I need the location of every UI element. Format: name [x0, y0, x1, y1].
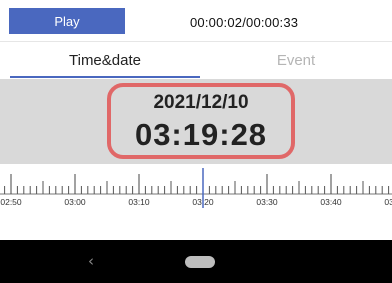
- play-button-label: Play: [54, 13, 80, 29]
- current-time: 03:19:28: [134, 117, 268, 152]
- chevron-left-icon[interactable]: ‹: [88, 252, 94, 270]
- active-tab-indicator: [10, 76, 200, 78]
- timeline-tick-label: 03:10: [128, 197, 150, 207]
- home-pill-icon[interactable]: [185, 256, 215, 268]
- system-nav-bar: ‹: [0, 240, 392, 283]
- tab-time-date[interactable]: Time&date: [10, 42, 200, 79]
- playback-time: 00:00:02/00:00:33: [190, 15, 299, 30]
- timeline-tick-label: 03:40: [320, 197, 342, 207]
- top-bar: Play 00:00:02/00:00:33: [0, 0, 392, 42]
- timeline-ruler[interactable]: 02:5003:0003:1003:2003:3003:4003:50: [0, 164, 392, 240]
- timeline-tick-label: 03:50: [384, 197, 392, 207]
- timeline-tick-label: 02:50: [0, 197, 22, 207]
- current-date: 2021/12/10: [153, 92, 249, 113]
- timeline-tick-label: 03:00: [64, 197, 86, 207]
- timeline-tick-label: 03:30: [256, 197, 278, 207]
- tab-bar: Time&date Event: [0, 42, 392, 79]
- tab-time-date-label: Time&date: [69, 52, 141, 69]
- tab-event-label: Event: [276, 52, 316, 69]
- tab-event[interactable]: Event: [200, 42, 392, 79]
- play-button[interactable]: Play: [9, 8, 125, 34]
- timeline-scrubber[interactable]: 02:5003:0003:1003:2003:3003:4003:50: [0, 164, 392, 240]
